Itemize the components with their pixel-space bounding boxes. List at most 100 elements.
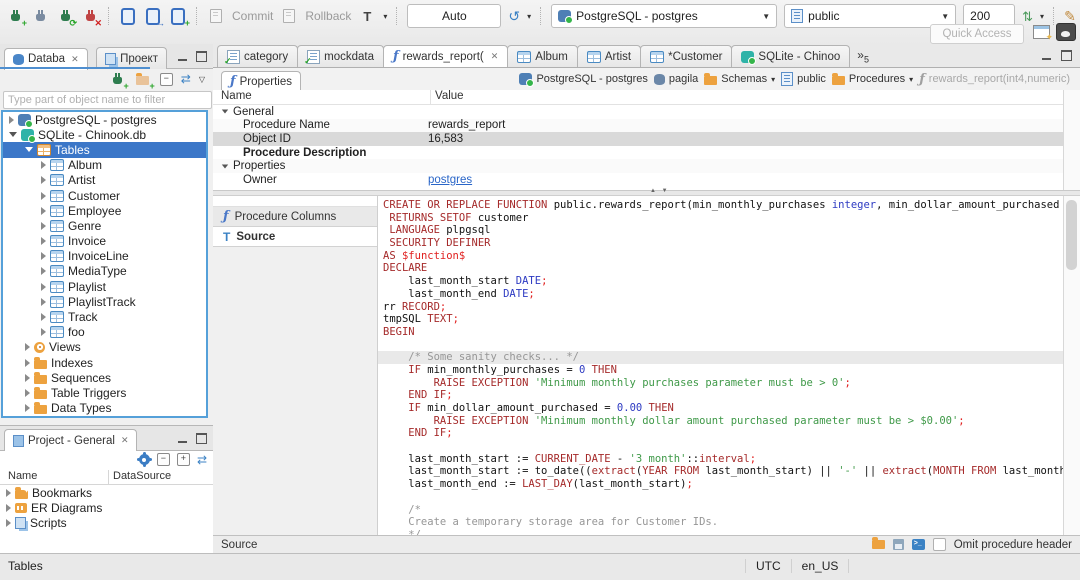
properties-scrollbar[interactable] [1063,90,1080,190]
expand-all-icon[interactable]: + [176,453,190,466]
tree-item-invoiceline[interactable]: InvoiceLine [3,249,206,264]
dropdown-arrow-icon[interactable]: ▾ [771,75,775,84]
collapsed-arrow-icon[interactable] [41,191,46,200]
tree-item-sequences[interactable]: Sequences [3,370,206,385]
sync-connection-icon[interactable]: ⇅ [1022,10,1033,23]
breadcrumb-item-schemas[interactable]: Schemas ▾ [704,73,775,85]
tree-item-employee[interactable]: Employee [3,203,206,218]
tree-item-customer[interactable]: Customer [3,188,206,203]
link-with-editor-icon[interactable]: ⇄ [197,454,207,466]
collapsed-arrow-icon[interactable] [25,388,30,397]
editor-tab-album[interactable]: Album [507,45,578,67]
collapsed-arrow-icon[interactable] [41,161,46,170]
transaction-mode-dropdown-icon[interactable]: ▾ [383,12,387,21]
property-row-owner[interactable]: Owner postgres [213,173,1063,187]
recent-sql-editor-icon[interactable]: → [144,7,165,28]
subtab-source[interactable]: T Source [213,227,377,247]
new-connection-icon[interactable]: + [6,7,27,28]
expanded-arrow-icon[interactable] [25,147,33,153]
locale-label[interactable]: en_US [792,559,850,573]
editor-tab-artist[interactable]: Artist [576,45,642,67]
sync-dropdown-icon[interactable]: ▾ [1040,12,1044,21]
open-perspective-icon[interactable] [1033,25,1053,43]
save-to-file-icon[interactable] [892,539,904,550]
project-item-er-diagrams[interactable]: ER Diagrams [0,500,213,515]
collapse-all-icon[interactable]: − [156,453,170,466]
collapsed-arrow-icon[interactable] [6,518,11,527]
breadcrumb-item-procedures[interactable]: Procedures ▾ [831,73,913,85]
maximize-icon[interactable] [196,433,207,444]
tree-item-table-triggers[interactable]: Table Triggers [3,385,206,400]
collapsed-arrow-icon[interactable] [41,176,46,185]
commit-mode-select[interactable]: Auto [407,4,502,28]
connect-icon[interactable] [31,7,49,25]
tree-item-album[interactable]: Album [3,158,206,173]
project-item-scripts[interactable]: Scripts [0,515,213,530]
transaction-mode-icon[interactable]: T [358,7,376,25]
commit-icon[interactable] [207,7,225,25]
minimize-icon[interactable] [178,434,187,443]
tree-item-sqlite-chinook-db[interactable]: SQLite - Chinook.db [3,127,206,143]
collapsed-arrow-icon[interactable] [25,358,30,367]
collapsed-arrow-icon[interactable] [41,313,46,322]
editor-tab-sqlite-chinoo[interactable]: SQLite - Chinoo [731,45,851,67]
new-sql-editor-icon[interactable]: + [169,7,190,28]
expanded-arrow-icon[interactable] [221,164,229,169]
tree-item-data-types[interactable]: Data Types [3,401,206,416]
collapsed-arrow-icon[interactable] [25,404,30,413]
collapsed-arrow-icon[interactable] [41,267,46,276]
close-icon[interactable]: ✕ [491,51,499,62]
collapsed-arrow-icon[interactable] [41,282,46,291]
pen-icon[interactable]: ✎ [1064,9,1076,23]
tree-item-track[interactable]: Track [3,309,206,324]
new-folder-icon[interactable]: + [134,70,155,91]
settings-gear-icon[interactable] [138,454,150,465]
subtab-procedure-columns[interactable]: ƒ Procedure Columns [213,207,377,227]
scrollbar-thumb[interactable] [1066,200,1077,270]
editor-tab-category[interactable]: category [217,45,299,67]
object-filter-input[interactable] [3,91,212,109]
rollback-button[interactable]: Rollback [305,9,351,23]
collapsed-arrow-icon[interactable] [25,373,30,382]
link-with-editor-icon[interactable]: ⇄ [181,73,191,85]
transaction-log-icon[interactable]: ↺ [508,9,520,23]
rollback-icon[interactable] [280,7,298,25]
maximize-icon[interactable] [196,51,207,62]
breadcrumb-item-rewards-report-int4-numeric-[interactable]: ƒ rewards_report(int4,numeric) [919,73,1070,86]
expanded-arrow-icon[interactable] [221,109,229,114]
project-item-bookmarks[interactable]: Bookmarks [0,485,213,500]
tab-overflow-indicator[interactable]: »5 [857,48,869,64]
editor-tab-rewards-report-[interactable]: ƒ rewards_report(✕ [382,45,509,67]
collapsed-arrow-icon[interactable] [25,343,30,352]
header-name[interactable]: Name [213,90,431,104]
owner-link[interactable]: postgres [428,174,472,186]
tree-item-invoice[interactable]: Invoice [3,234,206,249]
tab-project-explorer[interactable]: Проект [96,47,167,69]
connection-select[interactable]: PostgreSQL - postgres ▼ [551,4,778,28]
property-row-properties[interactable]: Properties [213,159,1063,173]
disconnect-icon[interactable]: ✕ [81,7,102,28]
collapsed-arrow-icon[interactable] [6,488,11,497]
column-name[interactable]: Name [0,470,108,484]
property-row-procedure-description[interactable]: Procedure Description [213,146,1063,160]
collapsed-arrow-icon[interactable] [41,237,46,246]
tree-item-indexes[interactable]: Indexes [3,355,206,370]
tab-project-general[interactable]: Project - General ✕ [4,429,138,451]
column-datasource[interactable]: DataSource [108,470,213,484]
close-icon[interactable]: ✕ [121,435,129,446]
breadcrumb-item-postgresql-postgres[interactable]: PostgreSQL - postgres [519,73,648,87]
source-scrollbar[interactable] [1063,196,1080,535]
transaction-log-dropdown-icon[interactable]: ▾ [527,12,531,21]
sql-editor-icon[interactable] [119,7,137,25]
breadcrumb-item-pagila[interactable]: pagila [653,73,698,85]
tab-properties[interactable]: ƒ Properties [221,71,302,91]
open-console-icon[interactable] [911,539,925,550]
tree-item-postgresql-postgres[interactable]: PostgreSQL - postgres [3,112,206,128]
minimize-icon[interactable] [178,52,187,61]
timezone-label[interactable]: UTC [745,559,792,573]
property-row-object-id[interactable]: Object ID 16,583 [213,132,1063,146]
dropdown-arrow-icon[interactable]: ▾ [909,75,913,84]
new-connection-icon[interactable]: + [108,70,129,91]
property-row-general[interactable]: General [213,105,1063,119]
tree-item-playlisttrack[interactable]: PlaylistTrack [3,294,206,309]
